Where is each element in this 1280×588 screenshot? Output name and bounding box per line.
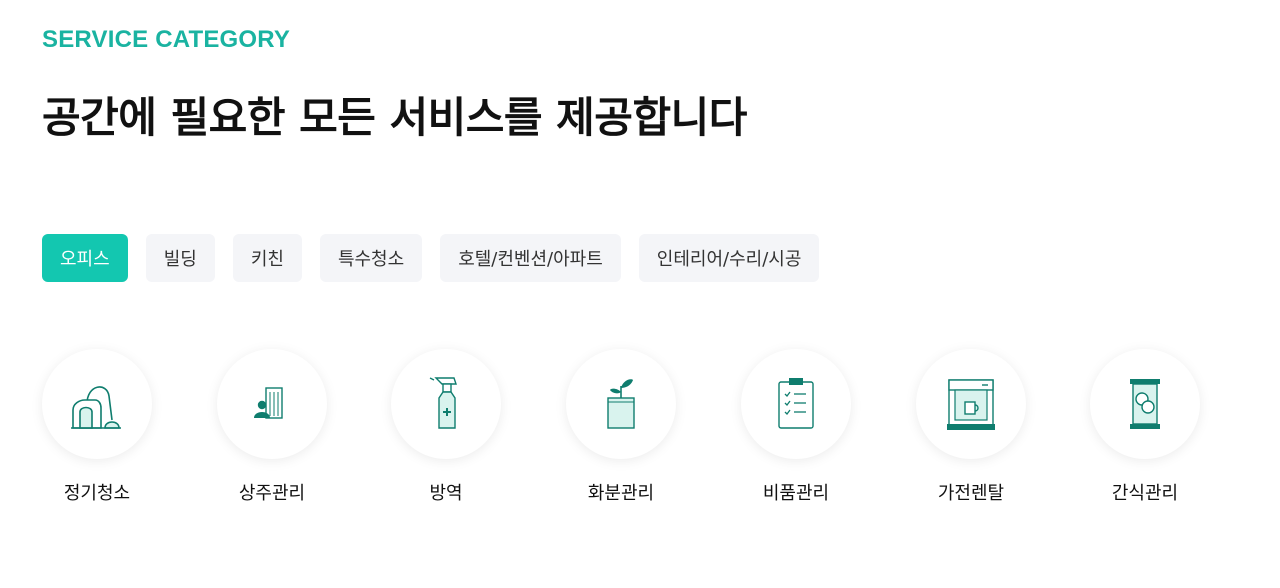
tab-office[interactable]: 오피스 xyxy=(42,234,128,282)
service-label: 상주관리 xyxy=(238,483,306,504)
coffee-machine-icon xyxy=(947,379,995,430)
service-disinfection[interactable]: 방역 xyxy=(391,349,501,504)
section-eyebrow: SERVICE CATEGORY xyxy=(42,26,291,53)
service-icon-circle xyxy=(391,349,501,459)
disinfectant-spray-icon xyxy=(429,377,457,429)
service-label: 정기청소 xyxy=(63,483,131,504)
service-icon-circle xyxy=(1090,349,1200,459)
service-icon-circle xyxy=(566,349,676,459)
vacuum-cleaner-icon xyxy=(71,386,121,429)
checklist-clipboard-icon xyxy=(778,378,814,429)
service-icon-circle xyxy=(217,349,327,459)
service-label: 간식관리 xyxy=(1111,483,1179,504)
category-tabs: 오피스 빌딩 키친 특수청소 호텔/컨벤션/아파트 인테리어/수리/시공 xyxy=(42,234,820,282)
service-regular-cleaning[interactable]: 정기청소 xyxy=(42,349,152,504)
section-title: 공간에 필요한 모든 서비스를 제공합니다 xyxy=(42,93,747,142)
service-appliance-rental[interactable]: 가전렌탈 xyxy=(916,349,1026,504)
plant-pot-icon xyxy=(607,379,635,429)
tab-building[interactable]: 빌딩 xyxy=(145,234,215,282)
service-label: 비품관리 xyxy=(762,483,830,504)
service-snack-management[interactable]: 간식관리 xyxy=(1090,349,1200,504)
building-staff-icon xyxy=(254,387,283,419)
tab-special-cleaning[interactable]: 특수청소 xyxy=(319,234,423,282)
service-icon-circle xyxy=(916,349,1026,459)
tab-interior-repair-construction[interactable]: 인테리어/수리/시공 xyxy=(638,234,820,282)
service-supplies-management[interactable]: 비품관리 xyxy=(741,349,851,504)
service-icon-circle xyxy=(42,349,152,459)
tab-hotel-convention-apartment[interactable]: 호텔/컨벤션/아파트 xyxy=(440,234,621,282)
service-label: 방역 xyxy=(429,483,463,504)
service-icon-circle xyxy=(741,349,851,459)
service-list: 정기청소 상주관리 방역 화분관리 비품관리 가전렌탈 간식관리 xyxy=(42,349,1202,509)
service-label: 가전렌탈 xyxy=(937,483,1005,504)
service-onsite-management[interactable]: 상주관리 xyxy=(217,349,327,504)
service-plant-care[interactable]: 화분관리 xyxy=(566,349,676,504)
snack-pack-icon xyxy=(1130,379,1160,429)
service-label: 화분관리 xyxy=(587,483,655,504)
tab-kitchen[interactable]: 키친 xyxy=(232,234,302,282)
